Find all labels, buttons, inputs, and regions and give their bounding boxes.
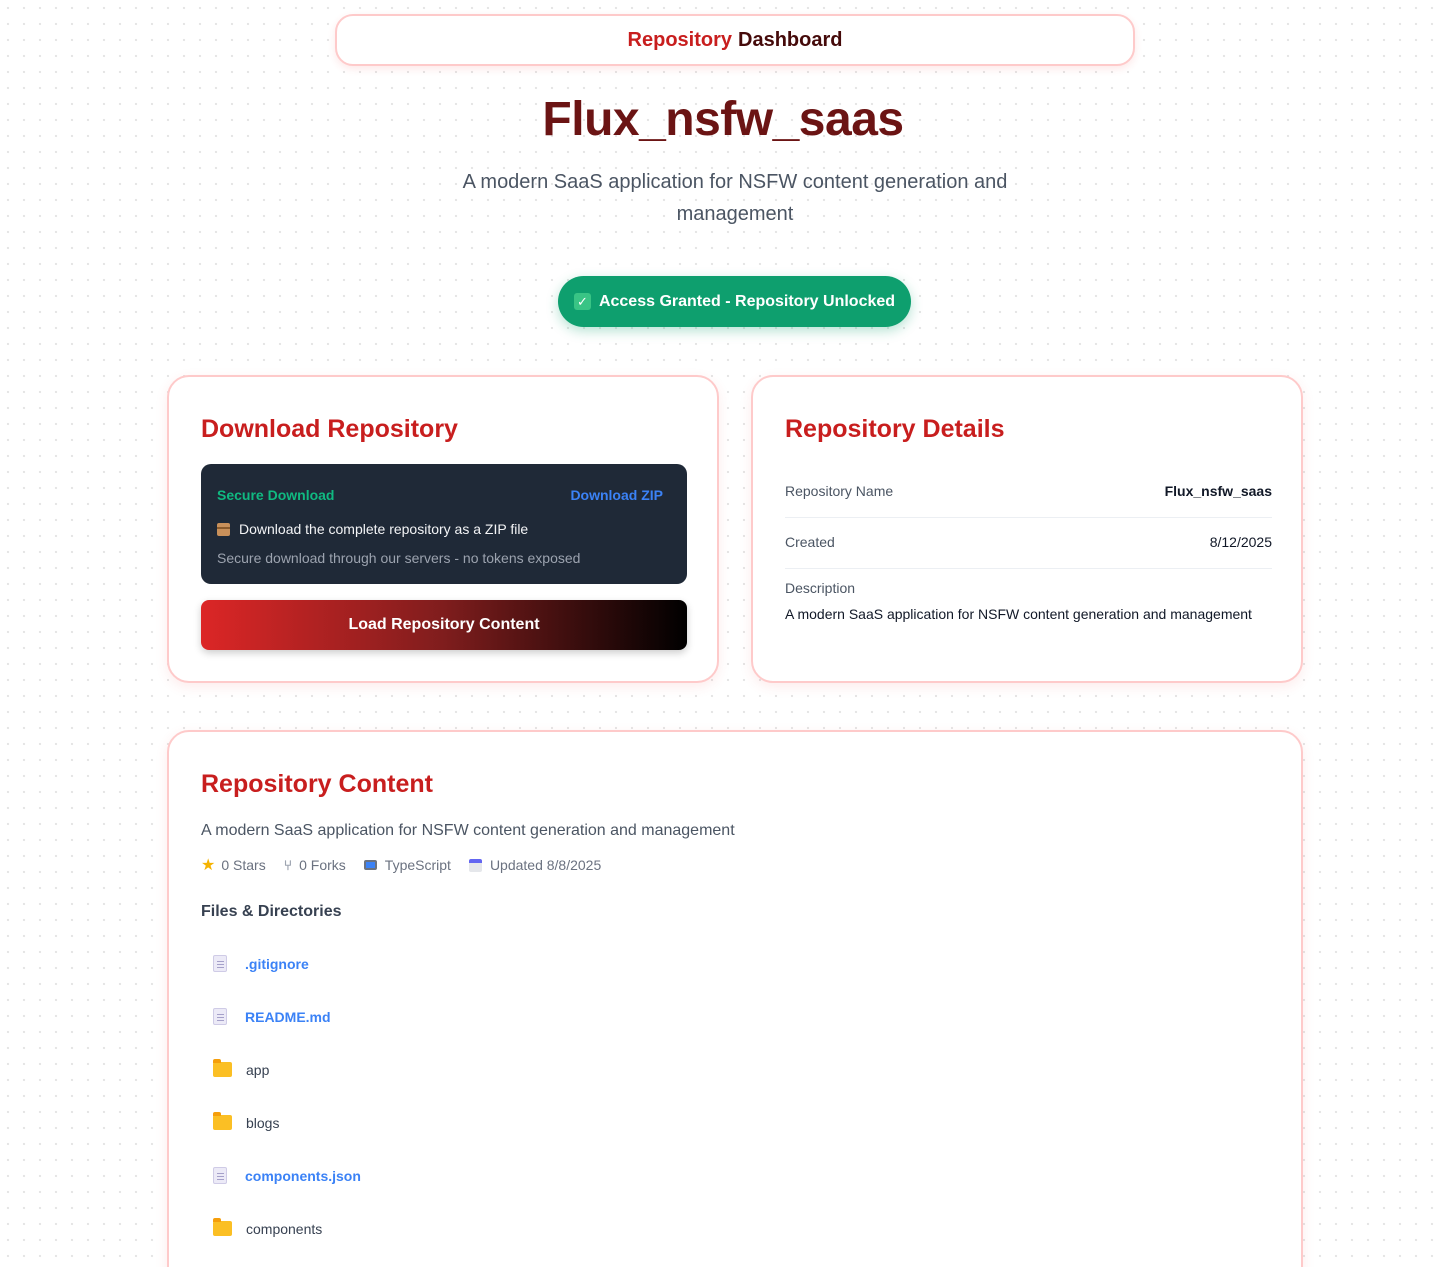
- detail-description-value: A modern SaaS application for NSFW conte…: [785, 606, 1252, 622]
- folder-row[interactable]: components: [201, 1202, 1271, 1255]
- secure-download-panel: Secure Download Download ZIP Download th…: [201, 464, 687, 584]
- detail-created-value: 8/12/2025: [1209, 534, 1272, 550]
- details-title: Repository Details: [785, 415, 1005, 443]
- download-title: Download Repository: [201, 415, 458, 443]
- check-icon: ✓: [573, 293, 591, 310]
- forks-count: 0 Forks: [299, 857, 346, 873]
- files-heading: Files & Directories: [201, 903, 342, 920]
- detail-name-label: Repository Name: [785, 483, 894, 499]
- access-label: Access Granted - Repository Unlocked: [598, 292, 896, 310]
- page-title: Flux_nsfw_saas: [542, 93, 904, 146]
- folder-icon: [213, 1218, 232, 1236]
- folder-name[interactable]: blogs: [246, 1115, 279, 1131]
- stars-meta: ★ 0 Stars: [201, 855, 266, 875]
- content-description: A modern SaaS application for NSFW conte…: [201, 822, 735, 839]
- file-row[interactable]: .gitignore: [201, 937, 1271, 990]
- repository-content-card: Repository Content A modern SaaS applica…: [167, 730, 1303, 1267]
- file-list: .gitignore README.md app blogs component…: [201, 937, 1271, 1255]
- details-card: Repository Details Repository Name Flux_…: [751, 375, 1303, 683]
- updated-label: Updated 8/8/2025: [489, 857, 602, 873]
- folder-name[interactable]: app: [246, 1062, 269, 1078]
- fork-icon: ⑂: [283, 857, 293, 873]
- detail-row-name: Repository Name Flux_nsfw_saas: [785, 468, 1272, 518]
- dashboard-header: Repository Dashboard: [335, 14, 1135, 66]
- access-granted-badge: ✓ Access Granted - Repository Unlocked: [558, 276, 911, 327]
- package-icon: [217, 522, 230, 536]
- language-label: TypeScript: [384, 857, 451, 873]
- download-line1: Download the complete repository as a ZI…: [239, 521, 529, 537]
- file-row[interactable]: components.json: [201, 1149, 1271, 1202]
- detail-created-label: Created: [785, 534, 835, 550]
- folder-name[interactable]: components: [246, 1221, 322, 1237]
- folder-row[interactable]: blogs: [201, 1096, 1271, 1149]
- download-zip-link[interactable]: Download ZIP: [570, 487, 663, 503]
- file-icon: [213, 955, 227, 972]
- stars-count: 0 Stars: [221, 857, 266, 873]
- header-word-dashboard: Dashboard: [738, 28, 843, 51]
- folder-icon: [213, 1059, 232, 1077]
- detail-row-created: Created 8/12/2025: [785, 519, 1272, 569]
- header-word-repository: Repository: [627, 28, 732, 51]
- calendar-icon: [468, 858, 482, 872]
- file-icon: [213, 1008, 227, 1025]
- file-name[interactable]: README.md: [245, 1009, 331, 1025]
- file-icon: [213, 1167, 227, 1184]
- file-name[interactable]: .gitignore: [245, 956, 309, 972]
- detail-name-value: Flux_nsfw_saas: [1164, 483, 1272, 499]
- file-row[interactable]: README.md: [201, 990, 1271, 1043]
- load-repository-button[interactable]: Load Repository Content: [201, 600, 687, 650]
- laptop-icon: [363, 860, 377, 870]
- language-meta: TypeScript: [363, 857, 451, 873]
- secure-download-label: Secure Download: [217, 487, 335, 503]
- content-title: Repository Content: [201, 770, 433, 798]
- forks-meta: ⑂ 0 Forks: [284, 857, 346, 873]
- star-icon: ★: [201, 857, 216, 874]
- folder-icon: [213, 1112, 232, 1130]
- updated-meta: Updated 8/8/2025: [468, 857, 602, 873]
- detail-description-label: Description: [785, 580, 856, 596]
- download-card: Download Repository Secure Download Down…: [167, 375, 719, 683]
- repo-meta: ★ 0 Stars ⑂ 0 Forks TypeScript Updated 8…: [201, 855, 619, 875]
- page-subtitle: A modern SaaS application for NSFW conte…: [462, 171, 1008, 225]
- download-description: Download the complete repository as a ZI…: [217, 521, 528, 537]
- file-name[interactable]: components.json: [245, 1168, 361, 1184]
- download-note: Secure download through our servers - no…: [217, 550, 581, 566]
- folder-row[interactable]: app: [201, 1043, 1271, 1096]
